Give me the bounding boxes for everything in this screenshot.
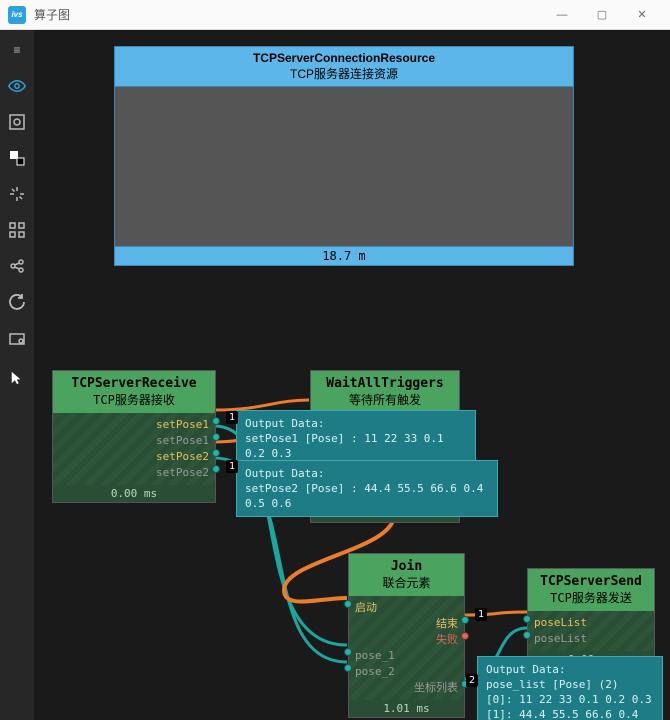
port-setpose2a[interactable]: setPose2 bbox=[59, 449, 209, 465]
tooltip-line: [0]: 11 22 33 0.1 0.2 0.3 bbox=[486, 692, 654, 707]
resource-header: TCPServerConnectionResource TCP服务器连接资源 bbox=[114, 46, 574, 87]
resource-body bbox=[114, 87, 574, 247]
snap-icon[interactable] bbox=[3, 180, 31, 208]
cursor-icon[interactable] bbox=[3, 364, 31, 392]
resource-node[interactable]: TCPServerConnectionResource TCP服务器连接资源 1… bbox=[114, 46, 574, 266]
node-timing: 0.00 ms bbox=[53, 485, 215, 502]
port-setpose1a[interactable]: setPose1 bbox=[59, 417, 209, 433]
link-label: 1 bbox=[226, 460, 238, 473]
node-timing: 1.01 ms bbox=[349, 700, 464, 717]
node-subtitle: 联合元素 bbox=[355, 574, 458, 591]
node-tcp-send[interactable]: TCPServerSend TCP服务器发送 poseList poseList… bbox=[527, 568, 655, 669]
tooltip-line: setPose2 [Pose] : 44.4 55.5 66.6 0.4 0.5… bbox=[245, 481, 489, 511]
port-fail[interactable]: 失败 bbox=[355, 632, 458, 648]
refresh-icon[interactable] bbox=[3, 288, 31, 316]
tooltip-line: Output Data: bbox=[245, 416, 467, 431]
node-body: poseList poseList bbox=[528, 611, 654, 651]
port-done[interactable]: 结束 bbox=[355, 616, 458, 632]
port-pose1[interactable]: pose_1 bbox=[355, 648, 458, 664]
qr-icon[interactable] bbox=[3, 108, 31, 136]
port-run[interactable]: 启动 bbox=[355, 600, 458, 616]
node-header: TCPServerSend TCP服务器发送 bbox=[528, 569, 654, 611]
minimize-button[interactable]: — bbox=[542, 1, 582, 29]
port-poselist2[interactable]: poseList bbox=[534, 631, 648, 647]
port-poselist1[interactable]: poseList bbox=[534, 615, 648, 631]
tooltip-line: setPose1 [Pose] : 11 22 33 0.1 0.2 0.3 bbox=[245, 431, 467, 461]
node-title: TCPServerSend bbox=[540, 574, 642, 589]
hamburger-icon[interactable]: ≡ bbox=[3, 36, 31, 64]
node-body: 启动 结束 失败 pose_1 pose_2 坐标列表 bbox=[349, 596, 464, 700]
node-header: TCPServerReceive TCP服务器接收 bbox=[53, 371, 215, 413]
resource-subtitle: TCP服务器连接资源 bbox=[290, 67, 398, 81]
node-header: Join 联合元素 bbox=[349, 554, 464, 596]
node-subtitle: TCP服务器发送 bbox=[534, 589, 648, 606]
node-subtitle: 等待所有触发 bbox=[317, 391, 453, 408]
app-icon: ivs bbox=[8, 6, 26, 24]
window-title: 算子图 bbox=[34, 6, 542, 23]
close-button[interactable]: ✕ bbox=[622, 1, 662, 29]
main-area: ≡ bbox=[0, 30, 670, 720]
node-body: setPose1 setPose1 setPose2 setPose2 bbox=[53, 413, 215, 485]
node-subtitle: TCP服务器接收 bbox=[59, 391, 209, 408]
tooltip-line: pose_list [Pose] (2) bbox=[486, 677, 654, 692]
tooltip-poselist: Output Data: pose_list [Pose] (2) [0]: 1… bbox=[477, 656, 663, 720]
port-setpose2b[interactable]: setPose2 bbox=[59, 465, 209, 481]
tooltip-line: Output Data: bbox=[486, 662, 654, 677]
node-canvas[interactable]: TCPServerConnectionResource TCP服务器连接资源 1… bbox=[34, 30, 670, 720]
title-bar: ivs 算子图 — ▢ ✕ bbox=[0, 0, 670, 30]
tool-sidebar: ≡ bbox=[0, 30, 34, 720]
camera-icon[interactable] bbox=[3, 324, 31, 352]
share-icon[interactable] bbox=[3, 252, 31, 280]
resource-title: TCPServerConnectionResource bbox=[253, 51, 435, 65]
tooltip-setpose2: Output Data: setPose2 [Pose] : 44.4 55.5… bbox=[236, 460, 498, 517]
node-join[interactable]: Join 联合元素 启动 结束 失败 pose_1 pose_2 坐标列表 1.… bbox=[348, 553, 465, 718]
grid-icon[interactable] bbox=[3, 216, 31, 244]
port-pose2[interactable]: pose_2 bbox=[355, 664, 458, 680]
port-setpose1b[interactable]: setPose1 bbox=[59, 433, 209, 449]
eye-icon[interactable] bbox=[3, 72, 31, 100]
node-title: TCPServerReceive bbox=[71, 376, 196, 391]
tooltip-setpose1: Output Data: setPose1 [Pose] : 11 22 33 … bbox=[236, 410, 476, 467]
link-label: 1 bbox=[226, 411, 238, 424]
link-label: 1 bbox=[475, 608, 487, 621]
node-header: WaitAllTriggers 等待所有触发 bbox=[311, 371, 459, 413]
resource-footer: 18.7 m bbox=[114, 247, 574, 266]
node-tcp-receive[interactable]: TCPServerReceive TCP服务器接收 setPose1 setPo… bbox=[52, 370, 216, 503]
link-label: 2 bbox=[466, 674, 478, 687]
node-title: WaitAllTriggers bbox=[326, 376, 443, 391]
tooltip-line: Output Data: bbox=[245, 466, 489, 481]
maximize-button[interactable]: ▢ bbox=[582, 1, 622, 29]
node-icon[interactable] bbox=[3, 144, 31, 172]
tooltip-line: [1]: 44.4 55.5 66.6 0.4 0.5 0.6 bbox=[486, 707, 654, 720]
port-list[interactable]: 坐标列表 bbox=[355, 680, 458, 696]
node-title: Join bbox=[391, 559, 422, 574]
